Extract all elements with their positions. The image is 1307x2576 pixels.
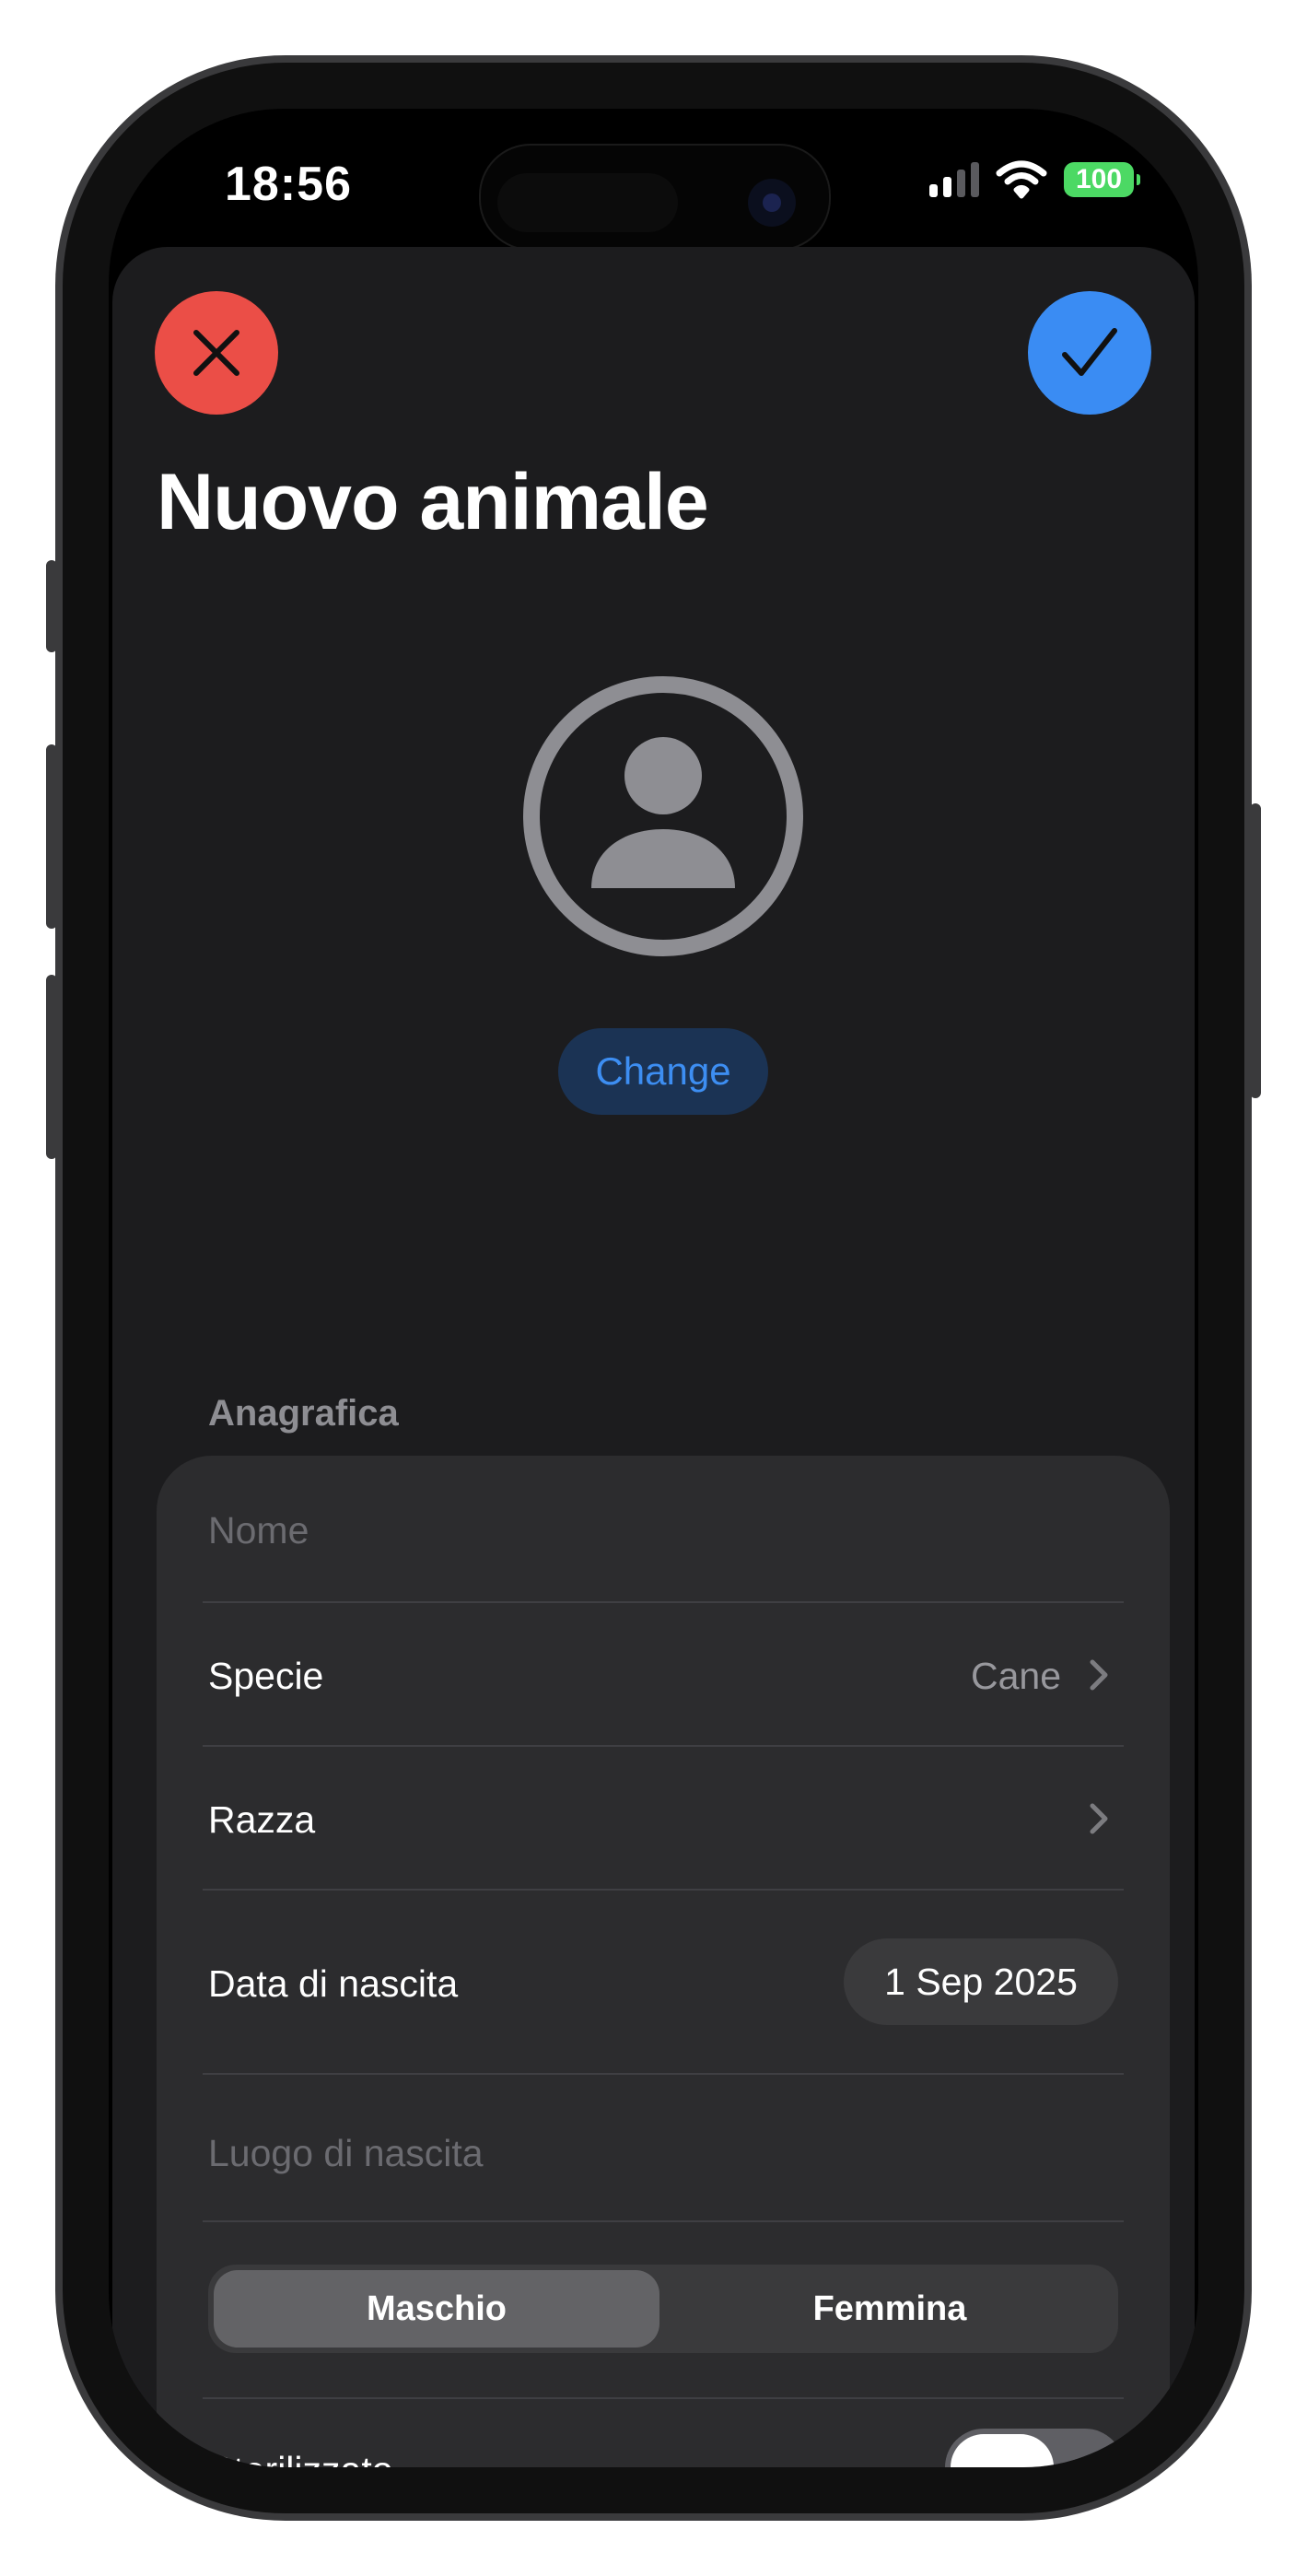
chevron-right-icon	[1090, 1803, 1108, 1834]
cellular-signal-icon	[929, 162, 979, 197]
status-time: 18:56	[225, 158, 352, 211]
segment-femmina[interactable]: Femmina	[667, 2270, 1113, 2348]
breed-row[interactable]: Razza	[157, 1747, 1170, 1891]
species-value: Cane	[970, 1655, 1061, 1697]
name-field-row[interactable]: Nome	[157, 1456, 1170, 1603]
page-title: Nuovo animale	[157, 458, 709, 546]
dynamic-island	[479, 144, 831, 251]
sterilized-label: Sterilizzato	[208, 2449, 393, 2467]
species-row[interactable]: Specie Cane	[157, 1603, 1170, 1747]
status-icons: 100	[929, 160, 1140, 199]
action-button	[46, 560, 57, 652]
island-sensor	[497, 173, 678, 232]
name-field[interactable]: Nome	[208, 1509, 309, 1552]
sex-segmented-control: Maschio Femmina	[208, 2265, 1118, 2353]
sterilized-row: Sterilizzato	[157, 2399, 1170, 2467]
birth-place-field-row[interactable]: Luogo di nascita	[157, 2075, 1170, 2222]
volume-down-button	[46, 975, 57, 1159]
breed-label: Razza	[208, 1798, 316, 1841]
birth-date-label: Data di nascita	[208, 1962, 459, 2005]
phone-screen: 18:56 100 Nuovo animale Change Anagrafic…	[109, 109, 1198, 2467]
birth-date-picker[interactable]: 1 Sep 2025	[844, 1938, 1118, 2025]
segment-maschio[interactable]: Maschio	[214, 2270, 659, 2348]
change-photo-button[interactable]: Change	[558, 1028, 768, 1115]
species-label: Specie	[208, 1655, 324, 1697]
form-card: Nome Specie Cane Razza Data di nascita 1…	[157, 1456, 1170, 2467]
chevron-right-icon	[1090, 1659, 1108, 1691]
front-camera	[748, 179, 796, 227]
birth-place-field[interactable]: Luogo di nascita	[208, 2132, 484, 2175]
volume-up-button	[46, 744, 57, 929]
sterilized-toggle[interactable]	[945, 2429, 1124, 2467]
checkmark-icon	[1062, 328, 1117, 376]
power-button	[1250, 803, 1261, 1098]
person-circle-icon[interactable]	[521, 674, 805, 958]
xmark-icon	[193, 330, 239, 376]
confirm-button[interactable]	[1028, 291, 1151, 415]
wifi-icon	[996, 160, 1047, 199]
close-button[interactable]	[155, 291, 278, 415]
section-title-anagrafica: Anagrafica	[208, 1393, 399, 1434]
birth-date-row: Data di nascita 1 Sep 2025	[157, 1891, 1170, 2075]
divider	[203, 2220, 1124, 2222]
toggle-knob	[951, 2434, 1054, 2467]
battery-icon: 100	[1064, 162, 1140, 197]
status-bar: 18:56 100	[109, 109, 1198, 251]
new-animal-sheet: Nuovo animale Change Anagrafica Nome Spe…	[112, 247, 1195, 2467]
phone-device: 18:56 100 Nuovo animale Change Anagrafic…	[0, 0, 1307, 2576]
